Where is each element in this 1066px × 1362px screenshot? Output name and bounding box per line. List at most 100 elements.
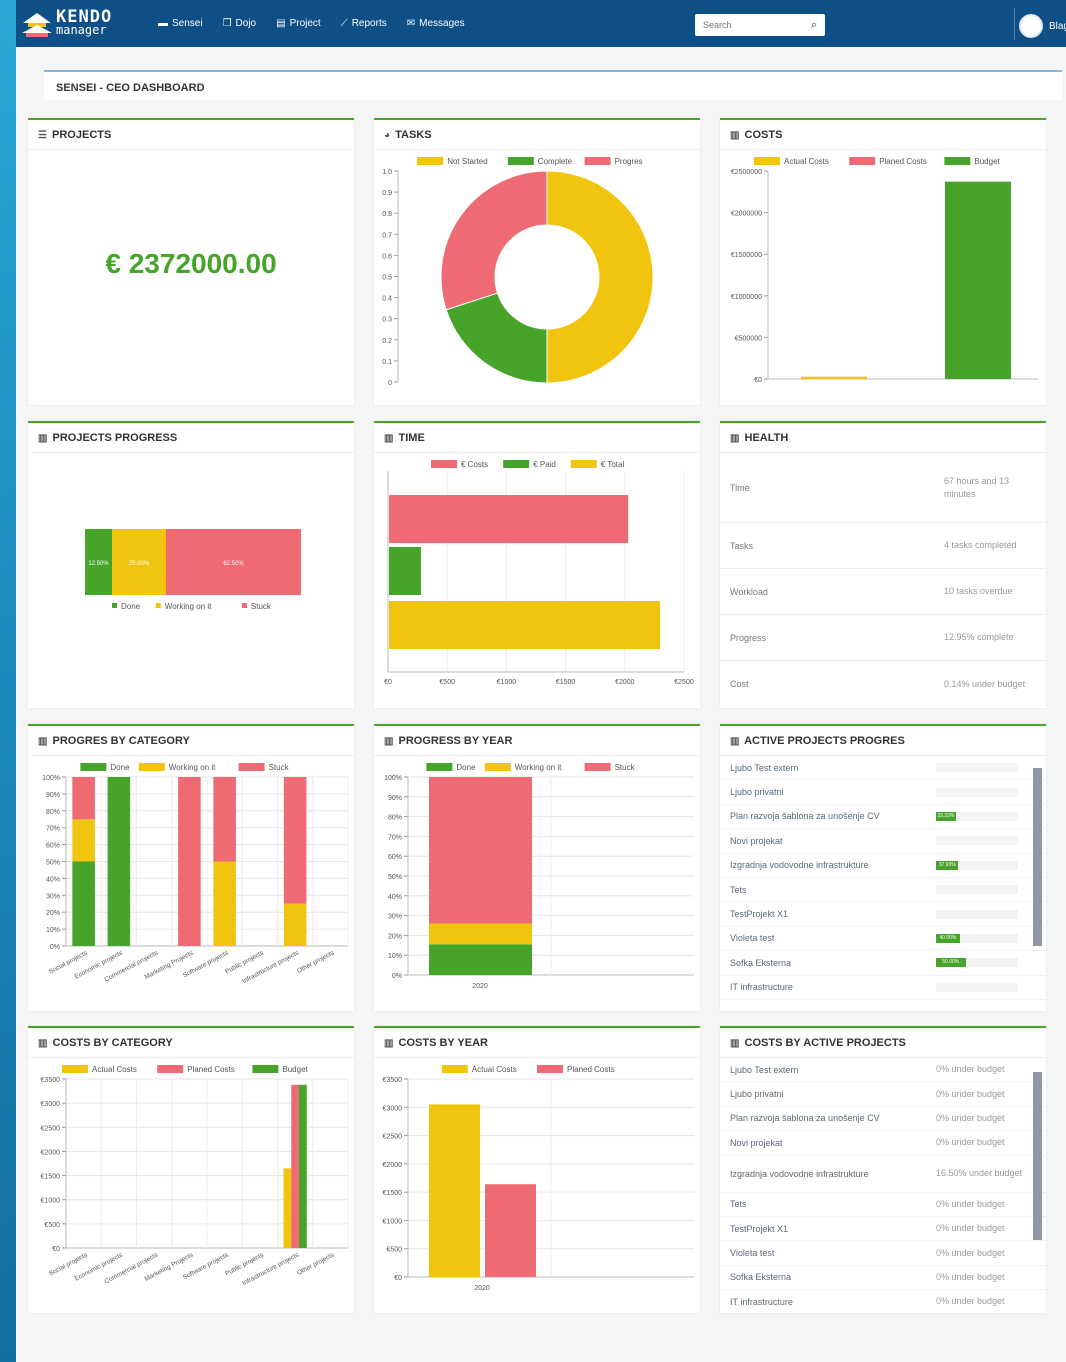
list-item[interactable]: Tets — [720, 878, 1046, 903]
y-tick-label: 90% — [388, 795, 402, 802]
legend-swatch — [537, 1065, 563, 1073]
donut-slice-progres — [440, 170, 548, 311]
x-tick-label: 2020 — [472, 983, 488, 990]
list-item[interactable]: TestProjekt X1 — [720, 902, 1046, 927]
legend-label: Done — [110, 763, 130, 772]
legend-swatch — [138, 763, 165, 771]
nav-dojo-label: Dojo — [235, 18, 257, 29]
y-tick-label: 0.5 — [382, 275, 392, 282]
kendo-logo[interactable]: KENDO manager — [20, 8, 138, 38]
active-projects-progres-panel: ▥ ACTIVE PROJECTS PROGRES Ljubo Test ext… — [720, 724, 1046, 1011]
health-value: 12.95% complete — [944, 632, 1014, 642]
y-tick-label: 0% — [392, 973, 402, 980]
legend-label: Actual Costs — [784, 157, 829, 166]
scrollbar[interactable] — [1033, 768, 1042, 946]
project-name: Ljubo Test extern — [730, 762, 799, 773]
time-chart: € Costs € Paid € Total €0 €500 €1000 €1500 €200… — [384, 460, 694, 686]
list-item[interactable]: Sofka Eksterna 50.00% — [720, 951, 1046, 976]
legend-swatch — [441, 1065, 468, 1073]
list-item[interactable]: Sofka Eksterna 0% under budget — [720, 1266, 1046, 1291]
costs-by-category-panel: ▥ COSTS BY CATEGORY Actual Costs Planed C… — [28, 1026, 354, 1313]
stacked-bar-segment — [213, 777, 236, 862]
list-item[interactable]: Ljubo privatni 0% under budget — [720, 1082, 1046, 1107]
health-value: 0.14% under budget — [944, 678, 1026, 689]
x-tick-label: €500 — [439, 679, 455, 686]
projects-panel: ☰ PROJECTS € 2372000.00 — [28, 118, 354, 405]
legend-swatch — [754, 157, 780, 165]
app-window: KENDO manager ▬ Sensei ❐ Dojo ▤ Project ⟋ Re… — [16, 0, 1066, 1362]
list-item[interactable]: Violeta test 0% under budget — [720, 1241, 1046, 1266]
health-label: Progress — [730, 632, 767, 643]
project-name: Novi projekat — [730, 1137, 783, 1148]
y-tick-label: 50% — [46, 860, 60, 867]
y-tick-label: 0 — [388, 380, 392, 387]
donut-slice-complete — [445, 292, 548, 384]
scrollbar[interactable] — [1033, 1072, 1042, 1240]
bar-total — [389, 601, 661, 649]
list-item[interactable]: Tets 0% under budget — [720, 1193, 1046, 1217]
budget-status: 0% under budget — [936, 1271, 1005, 1282]
bar-paid — [389, 547, 421, 595]
y-tick-label: €1000 — [41, 1198, 61, 1205]
health-label: Time — [730, 482, 750, 493]
health-row-progress: Progress 12.95% complete — [720, 615, 1046, 661]
stacked-bar-segment — [213, 861, 236, 946]
nav-project[interactable]: ▤ Project — [276, 18, 321, 29]
list-item[interactable]: Violeta test 40.00% — [720, 927, 1046, 952]
progress-by-year-panel: ▥ PROGRESS BY YEAR Done Working on it Stuc… — [374, 724, 700, 1011]
nav-messages-label: Messages — [419, 18, 465, 29]
bar-costs — [389, 495, 629, 543]
x-tick-label: €0 — [384, 679, 392, 686]
avatar[interactable]: ☻ — [1019, 14, 1043, 38]
legend-swatch — [849, 157, 876, 165]
nav-reports[interactable]: ⟋ Reports — [341, 18, 387, 29]
progres-by-category-chart: Done Working on it Stuck 0% 10% 20% 30% 40% 50% 6… — [42, 763, 349, 985]
bar-chart-icon: ▥ — [384, 736, 394, 747]
list-item[interactable]: IT infrastructure 0% under budget — [720, 1290, 1046, 1315]
y-tick-label: 80% — [388, 815, 402, 822]
list-item[interactable]: Novi projekat 0% under budget — [720, 1131, 1046, 1156]
project-name: Sofka Eksterna — [730, 957, 792, 968]
project-name: Plan razvoja šablona za unošenje CV — [730, 811, 880, 822]
nav-sensei[interactable]: ▬ Sensei — [158, 18, 203, 29]
stacked-bar-segment — [283, 777, 307, 904]
list-item[interactable]: Ljubo privatni — [720, 780, 1046, 805]
nav-messages[interactable]: ✉ Messages — [407, 18, 465, 29]
y-tick-label: €0 — [754, 377, 762, 384]
y-tick-label: €500 — [44, 1222, 60, 1229]
x-tick-label: €2000 — [615, 679, 635, 686]
y-tick-label: 20% — [388, 933, 402, 940]
bar — [299, 1084, 307, 1248]
legend-label: Stuck — [251, 602, 272, 611]
list-item[interactable]: Izgradnja vodovodne infrastrukture 16.50%… — [720, 1156, 1046, 1193]
progress-track — [936, 885, 1018, 895]
list-item[interactable]: Ljubo Test extern — [720, 756, 1046, 781]
costs-panel: ▥ COSTS Actual Costs Planed Costs Budget €0… — [720, 118, 1046, 405]
legend-label: Planed Costs — [879, 157, 927, 166]
y-tick-label: 10% — [388, 953, 402, 960]
nav-dojo[interactable]: ❐ Dojo — [223, 18, 257, 29]
tasks-panel-title: TASKS — [395, 129, 432, 141]
y-tick-label: 60% — [388, 854, 402, 861]
search-input[interactable] — [703, 20, 798, 30]
progress-fill: 50.00% — [936, 958, 966, 968]
health-value: 4 tasks completed — [944, 540, 1017, 550]
list-item[interactable]: IT infrastructure — [720, 976, 1046, 1000]
list-item[interactable]: Plan razvoja šablona za unošenje CV 0% un… — [720, 1107, 1046, 1132]
search-icon[interactable]: ⌕ — [811, 19, 817, 32]
user-name[interactable]: Blaga — [1049, 21, 1066, 32]
list-item[interactable]: TestProjekt X1 0% under budget — [720, 1217, 1046, 1242]
list-item[interactable]: Novi projekat — [720, 829, 1046, 854]
progress-track — [936, 909, 1018, 919]
list-item[interactable]: Ljubo Test extern 0% under budget — [720, 1058, 1046, 1083]
y-tick-label: 100% — [384, 775, 402, 782]
search-box: ⌕ — [695, 14, 825, 36]
legend-swatch — [503, 460, 530, 468]
list-item[interactable]: Izgradnja vodovodne infrastrukture 37.93% — [720, 854, 1046, 878]
project-name: TestProjekt X1 — [730, 909, 789, 920]
legend-label: Working on it — [165, 602, 212, 611]
health-row-workload: Workload 10 tasks overdue — [720, 569, 1046, 615]
legend-label: Working on it — [169, 763, 216, 772]
list-item[interactable]: Plan razvoja šablona za unošenje CV 33.33… — [720, 805, 1046, 830]
projects-progress-chart: 12.50% 25.00% 62.50% Done Working on it Stuck — [85, 529, 301, 611]
